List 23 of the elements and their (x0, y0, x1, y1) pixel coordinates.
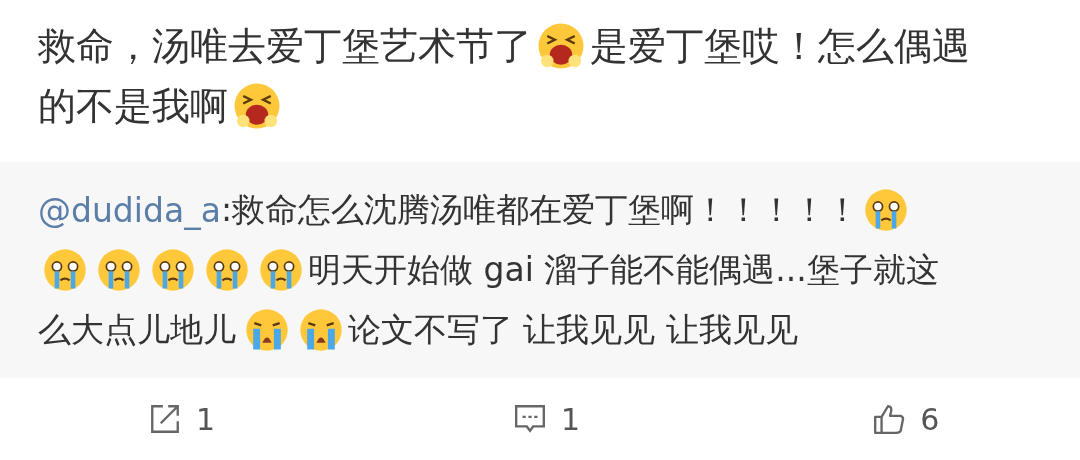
thumbs-up-icon (872, 402, 907, 436)
reply-text: :救命怎么沈腾汤唯都在爱丁堡啊！！！！！ (220, 188, 859, 231)
post-text: 是爱丁堡哎！怎么偶遇 (590, 22, 970, 70)
sobbing-face-icon (244, 307, 290, 353)
yelling-face-icon (232, 81, 282, 131)
teary-face-icon (42, 247, 88, 293)
teary-face-icon (863, 187, 909, 233)
yelling-face-icon (536, 21, 586, 71)
username-link[interactable]: @dudida_a (38, 190, 221, 230)
teary-face-icon (150, 247, 196, 293)
post-text: 救命，汤唯去爱丁堡艺术节了 (38, 22, 532, 70)
like-button[interactable]: 6 (868, 397, 944, 441)
reply-text: 明天开始做 gai 溜子能不能偶遇...堡子就这 (308, 248, 939, 291)
comment-button[interactable]: 1 (509, 397, 585, 441)
reply-text: 么大点儿地儿 (38, 308, 236, 351)
share-icon (148, 402, 182, 436)
sobbing-face-icon (298, 307, 344, 353)
teary-face-icon (96, 247, 142, 293)
post-text: 的不是我啊 (38, 82, 228, 130)
repost-button[interactable]: 1 (144, 397, 220, 441)
teary-face-icon (258, 247, 304, 293)
reply-text: 论文不写了 让我见见 让我见见 (348, 308, 798, 351)
teary-face-icon (204, 247, 250, 293)
